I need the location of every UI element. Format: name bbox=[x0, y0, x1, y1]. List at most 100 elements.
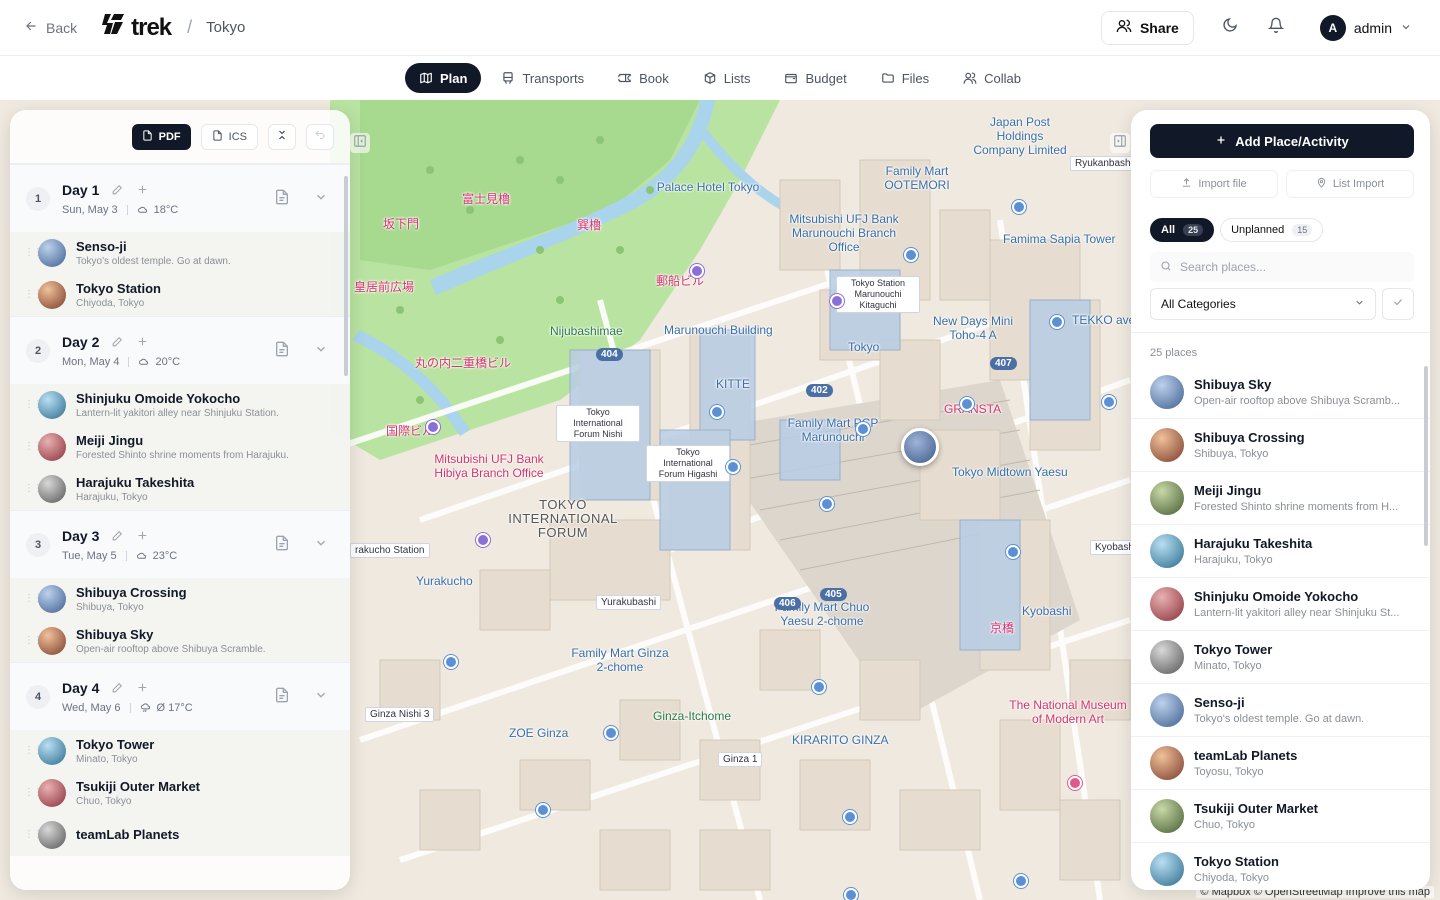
day-header-1[interactable]: 1 Day 1 Sun, May 3 18°C bbox=[10, 164, 350, 232]
itinerary-item[interactable]: ⋮⋮ Harajuku Takeshita Harajuku, Tokyo bbox=[10, 468, 350, 510]
map-label[interactable]: 巽櫓 bbox=[577, 216, 601, 233]
places-scrollbar[interactable] bbox=[1424, 366, 1428, 546]
plus-icon[interactable] bbox=[136, 183, 149, 196]
chevron-down-icon[interactable] bbox=[314, 536, 328, 555]
map-label[interactable]: Family Mart Ginza 2-chome bbox=[570, 646, 670, 674]
itinerary-item[interactable]: ⋮⋮ Shibuya Crossing Shibuya, Tokyo bbox=[10, 578, 350, 620]
plus-icon[interactable] bbox=[136, 335, 149, 348]
drag-handle-icon[interactable]: ⋮⋮ bbox=[24, 290, 43, 300]
map-label[interactable]: Kyobashi bbox=[1022, 604, 1071, 618]
day-header-3[interactable]: 3 Day 3 Tue, May 5 23°C bbox=[10, 510, 350, 578]
day-header-2[interactable]: 2 Day 2 Mon, May 4 20°C bbox=[10, 316, 350, 384]
export-pdf-button[interactable]: PDF bbox=[131, 123, 191, 150]
map-label[interactable]: Marunouchi Building bbox=[664, 323, 773, 337]
itinerary-item[interactable]: ⋮⋮ Shinjuku Omoide Yokocho Lantern-lit yak… bbox=[10, 384, 350, 426]
place-list-item[interactable]: Tokyo Station Chiyoda, Tokyo bbox=[1131, 843, 1430, 890]
select-all-button[interactable] bbox=[1382, 288, 1414, 320]
map-poi-pin[interactable] bbox=[536, 803, 550, 817]
map-label[interactable]: Tokyo Midtown Yaesu bbox=[952, 465, 1068, 479]
place-list-item[interactable]: teamLab Planets Toyosu, Tokyo bbox=[1131, 737, 1430, 790]
import-file-button[interactable]: Import file bbox=[1150, 170, 1278, 198]
chevron-down-icon[interactable] bbox=[314, 190, 328, 209]
drag-handle-icon[interactable]: ⋮⋮ bbox=[24, 746, 43, 756]
itinerary-scrollbar[interactable] bbox=[344, 176, 348, 376]
drag-handle-icon[interactable]: ⋮⋮ bbox=[24, 442, 43, 452]
map-poi-pin[interactable] bbox=[856, 422, 870, 436]
map-label[interactable]: Tokyo bbox=[848, 340, 879, 354]
map-label[interactable]: Family Mart OOTEMORI bbox=[882, 164, 952, 192]
collapse-all-days-button[interactable] bbox=[268, 123, 296, 150]
map-poi-pin[interactable] bbox=[476, 533, 490, 547]
map-label[interactable]: Family Mart PCP Marunouchi bbox=[778, 416, 888, 444]
map-label[interactable]: Ginza-Itchome bbox=[653, 709, 731, 723]
drag-handle-icon[interactable]: ⋮⋮ bbox=[24, 594, 43, 604]
place-list-item[interactable]: Shinjuku Omoide Yokocho Lantern-lit yakit… bbox=[1131, 578, 1430, 631]
map-label[interactable]: Famima Sapia Tower bbox=[1003, 232, 1116, 246]
map-poi-pin[interactable] bbox=[444, 655, 458, 669]
map-poi-pin[interactable] bbox=[1006, 545, 1020, 559]
tab-lists[interactable]: Lists bbox=[689, 63, 765, 93]
itinerary-item[interactable]: ⋮⋮ teamLab Planets bbox=[10, 814, 350, 856]
map-poi-pin[interactable] bbox=[1102, 395, 1116, 409]
filter-all[interactable]: All 25 bbox=[1150, 218, 1215, 242]
itinerary-item[interactable]: ⋮⋮ Senso-ji Tokyo's oldest temple. Go at d… bbox=[10, 232, 350, 274]
itinerary-item[interactable]: ⋮⋮ Tokyo Station Chiyoda, Tokyo bbox=[10, 274, 350, 316]
map-poi-pin[interactable] bbox=[960, 397, 974, 411]
map-label[interactable]: Japan Post Holdings Company Limited bbox=[970, 115, 1070, 157]
map-label[interactable]: 皇居前広場 bbox=[354, 278, 414, 295]
map-poi-pin[interactable] bbox=[820, 497, 834, 511]
map-poi-pin[interactable] bbox=[1014, 874, 1028, 888]
export-ics-button[interactable]: ICS bbox=[200, 123, 258, 150]
map-station-label[interactable]: rakucho Station bbox=[350, 543, 430, 558]
pencil-icon[interactable] bbox=[111, 681, 124, 694]
map-poi-pin[interactable] bbox=[830, 294, 844, 308]
itinerary-item[interactable]: ⋮⋮ Meiji Jingu Forested Shinto shrine mome… bbox=[10, 426, 350, 468]
place-list-item[interactable]: Tokyo Tower Minato, Tokyo bbox=[1131, 631, 1430, 684]
map-poi-pin[interactable] bbox=[690, 264, 704, 278]
map-label[interactable]: Mitsubishi UFJ Bank Hibiya Branch Office bbox=[424, 452, 554, 480]
chevron-down-icon[interactable] bbox=[314, 342, 328, 361]
place-list-item[interactable]: Meiji Jingu Forested Shinto shrine moment… bbox=[1131, 472, 1430, 525]
map-station-label[interactable]: Tokyo International Forum Higashi bbox=[646, 445, 730, 482]
map-station-label[interactable]: Ginza Nishi 3 bbox=[365, 707, 435, 722]
map-label[interactable]: TEKKO ave bbox=[1072, 313, 1135, 327]
itinerary-item[interactable]: ⋮⋮ Tsukiji Outer Market Chuo, Tokyo bbox=[10, 772, 350, 814]
drag-handle-icon[interactable]: ⋮⋮ bbox=[24, 400, 43, 410]
drag-handle-icon[interactable]: ⋮⋮ bbox=[24, 830, 43, 840]
tab-files[interactable]: Files bbox=[867, 63, 943, 93]
map-poi-pin[interactable] bbox=[843, 810, 857, 824]
itinerary-item[interactable]: ⋮⋮ Tokyo Tower Minato, Tokyo bbox=[10, 730, 350, 772]
list-import-button[interactable]: List Import bbox=[1286, 170, 1414, 198]
add-place-button[interactable]: Add Place/Activity bbox=[1150, 124, 1414, 158]
day-header-4[interactable]: 4 Day 4 Wed, May 6 Ø 17°C bbox=[10, 662, 350, 730]
map-station-label[interactable]: Yurakubashi bbox=[596, 595, 662, 610]
dark-mode-toggle[interactable] bbox=[1220, 18, 1240, 38]
drag-handle-icon[interactable]: ⋮⋮ bbox=[24, 248, 43, 258]
share-button[interactable]: Share bbox=[1100, 10, 1194, 45]
itinerary-item[interactable]: ⋮⋮ Shibuya Sky Open-air rooftop above Shib… bbox=[10, 620, 350, 662]
tab-plan[interactable]: Plan bbox=[404, 63, 482, 93]
map-station-label[interactable]: Tokyo International Forum Nishi bbox=[556, 405, 640, 442]
place-list-item[interactable]: Harajuku Takeshita Harajuku, Tokyo bbox=[1131, 525, 1430, 578]
day-notes-icon[interactable] bbox=[274, 535, 290, 556]
place-list-item[interactable]: Tsukiji Outer Market Chuo, Tokyo bbox=[1131, 790, 1430, 843]
map-label[interactable]: The National Museum of Modern Art bbox=[1004, 698, 1132, 726]
map-poi-pin[interactable] bbox=[604, 726, 618, 740]
chevron-down-icon[interactable] bbox=[314, 688, 328, 707]
tab-budget[interactable]: Budget bbox=[770, 63, 860, 93]
collapse-right-panel-button[interactable] bbox=[1110, 133, 1130, 153]
map-label[interactable]: Nijubashimae bbox=[550, 324, 623, 338]
map-poi-pin[interactable] bbox=[812, 680, 826, 694]
undo-button[interactable] bbox=[306, 123, 334, 150]
tab-transports[interactable]: Transports bbox=[487, 63, 598, 93]
day-notes-icon[interactable] bbox=[274, 687, 290, 708]
place-list-item[interactable]: Shibuya Sky Open-air rooftop above Shibuy… bbox=[1131, 366, 1430, 419]
map-label[interactable]: Palace Hotel Tokyo bbox=[652, 180, 764, 194]
map-poi-pin[interactable] bbox=[710, 405, 724, 419]
map-label[interactable]: Mitsubishi UFJ Bank Marunouchi Branch Of… bbox=[784, 212, 904, 254]
pencil-icon[interactable] bbox=[111, 335, 124, 348]
day-notes-icon[interactable] bbox=[274, 341, 290, 362]
map-label[interactable]: New Days Mini Toho-4 A bbox=[930, 314, 1016, 342]
plus-icon[interactable] bbox=[136, 681, 149, 694]
map-label[interactable]: 富士見櫓 bbox=[462, 190, 510, 207]
